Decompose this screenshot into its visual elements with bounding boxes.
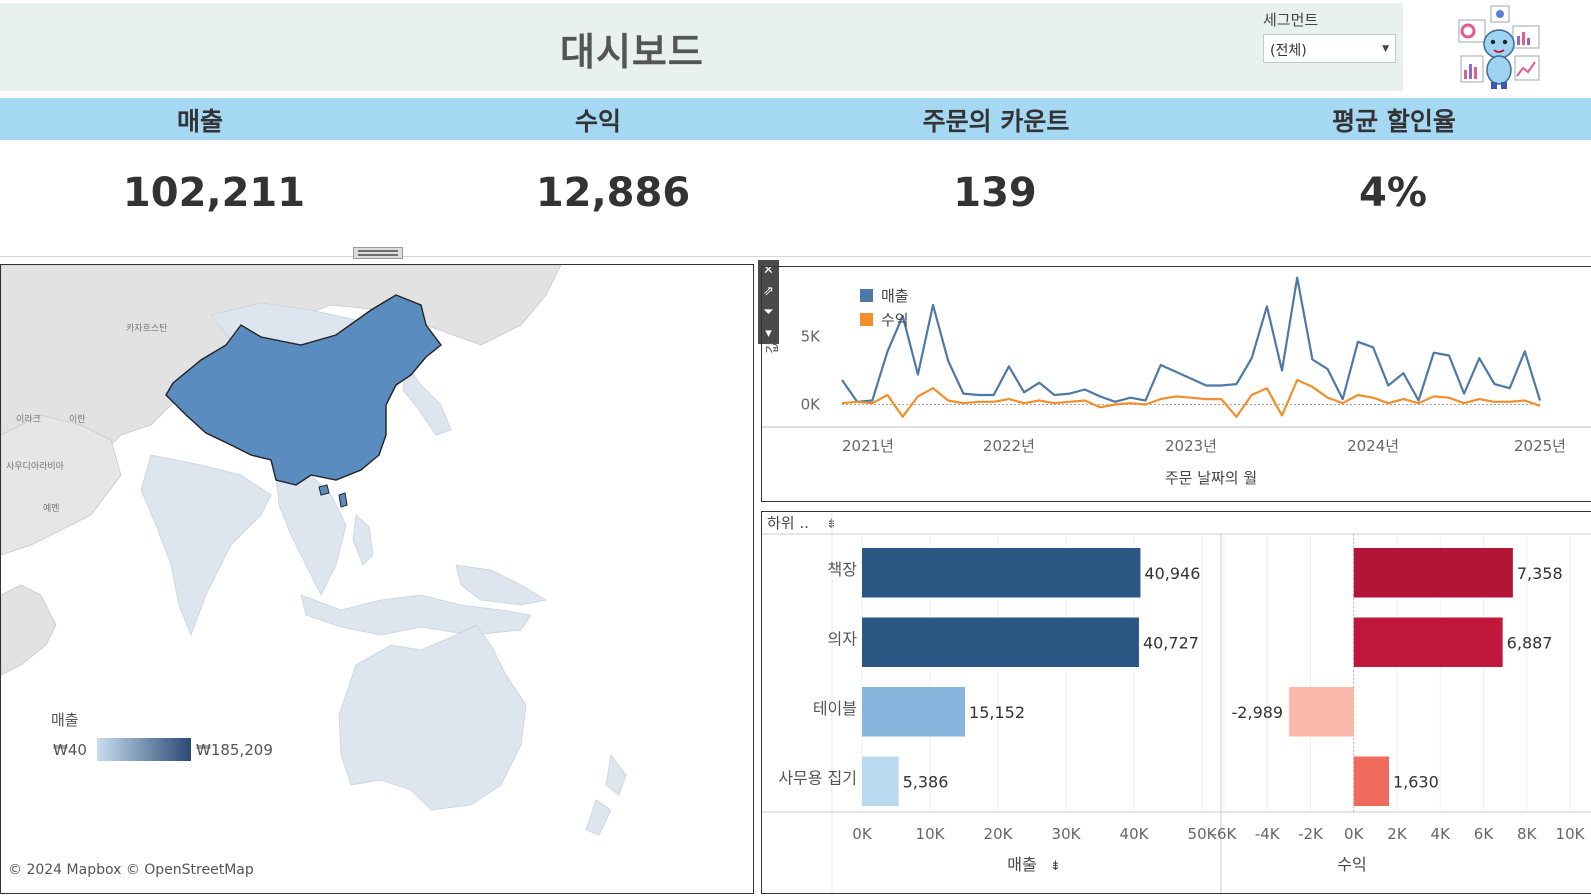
category-label: 사무용 집기 <box>778 768 857 787</box>
sales-profit-trend-chart[interactable]: 0K 5K 값 2021년 2022년 2023년 2024년 2025년주문 날짜의 월 매출… <box>761 266 1591 502</box>
sales-bar <box>862 548 1141 598</box>
kpi-header-bar: 매출 수익 주문의 카운트 평균 할인율 <box>0 98 1591 140</box>
kpi-sales-value: 102,211 <box>122 170 306 216</box>
kpi-order-count-value: 139 <box>953 170 1037 216</box>
dashboard: { "header": { "title": "대시보드", "segment_… <box>0 0 1591 896</box>
x-tick-label: 6K <box>1474 825 1495 843</box>
bar-value-label: 15,152 <box>969 703 1025 722</box>
segment-filter-label: 세그먼트 <box>1263 11 1319 29</box>
legend-swatch <box>860 313 873 326</box>
header-banner: 대시보드 세그먼트 (전체) ▼ <box>0 3 1403 91</box>
subcategory-bar-chart[interactable]: 하위 .. ⇟ 책장 의자 테이블 사무용 집기 0K 10K 20K 30K 40K 50K 40,9… <box>761 511 1591 894</box>
map-label-iraq: 이라크 <box>16 414 41 425</box>
kpi-avg-discount-value: 4% <box>1359 170 1427 216</box>
page-title: 대시보드 <box>560 30 704 74</box>
sales-bar <box>862 687 966 737</box>
x-tick-label: 2024년 <box>1347 437 1399 455</box>
series-line-sales <box>841 276 1542 403</box>
bar-chart-svg: 하위 .. ⇟책장의자테이블사무용 집기0K 10K 20K 30K 40K 50K40,9… <box>762 512 1591 893</box>
legend-label: 매출 <box>881 287 909 305</box>
y-axis-label: 값 <box>765 340 781 353</box>
land-taiwan <box>338 492 348 508</box>
sales-bar <box>862 756 899 806</box>
legend-swatch <box>860 289 873 302</box>
legend-label: 수익 <box>881 311 909 329</box>
profit-bar <box>1289 687 1354 737</box>
kpi-profit-label: 수익 <box>574 107 621 136</box>
x-tick-label: 30K <box>1052 825 1082 843</box>
profit-bar <box>1353 756 1389 806</box>
bar-value-label: 40,946 <box>1144 564 1200 583</box>
x-tick-label: 40K <box>1120 825 1150 843</box>
map-attribution: © 2024 Mapbox © OpenStreetMap <box>8 862 254 878</box>
bar-value-label: -2,989 <box>1232 703 1284 722</box>
resize-handle[interactable] <box>353 247 403 259</box>
map-legend-gradient <box>97 738 191 761</box>
x-tick-label: -4K <box>1255 825 1281 843</box>
x-tick-label: 2K <box>1387 825 1408 843</box>
x-tick-label: 8K <box>1517 825 1538 843</box>
x-tick-label: 0K <box>1344 825 1365 843</box>
map-label-kazakhstan: 카자흐스탄 <box>126 323 167 334</box>
y-tick-label: 0K <box>801 396 822 414</box>
segment-filter-dropdown[interactable]: (전체) ▼ <box>1263 34 1396 63</box>
x-tick-label: -6K <box>1212 825 1238 843</box>
land-hainan <box>318 484 330 496</box>
x-axis-label: 주문 날짜의 월 <box>1165 469 1257 487</box>
bar-value-label: 40,727 <box>1143 633 1199 652</box>
kpi-avg-discount-label: 평균 할인율 <box>1332 107 1456 136</box>
bar-value-label: 1,630 <box>1393 772 1439 791</box>
x-tick-label: 10K <box>1556 825 1586 843</box>
sort-icon: ⇟ <box>1050 859 1061 874</box>
x-tick-label: 10K <box>916 825 946 843</box>
mascot-logo-icon <box>1458 5 1540 89</box>
map-label-saudi: 사우디아라비아 <box>6 461 65 472</box>
map-label-yemen: 예멘 <box>43 503 60 514</box>
map-legend-min: ₩40 <box>53 741 87 759</box>
bar-value-label: 6,887 <box>1507 633 1553 652</box>
category-label: 의자 <box>828 629 858 648</box>
series-line-profit <box>841 378 1541 418</box>
x-tick-label: 20K <box>984 825 1014 843</box>
category-label: 책장 <box>828 560 858 579</box>
profit-bar <box>1353 548 1513 598</box>
x-axis-label: 수익 <box>1337 855 1366 874</box>
x-tick-label: 2022년 <box>983 437 1035 455</box>
kpi-sales-label: 매출 <box>176 107 223 136</box>
x-tick-label: 2023년 <box>1165 437 1217 455</box>
map-legend-max: ₩185,209 <box>196 741 273 759</box>
map-canvas: 카자흐스탄 이라크 이란 사우디아라비아 예멘 매출 ₩40 ₩185,209 … <box>1 265 753 893</box>
section-divider <box>0 256 1591 257</box>
bar-value-label: 5,386 <box>903 772 949 791</box>
sort-icon: ⇟ <box>826 517 837 532</box>
map-label-iran: 이란 <box>69 413 86 425</box>
sales-map[interactable]: 카자흐스탄 이라크 이란 사우디아라비아 예멘 매출 ₩40 ₩185,209 … <box>0 264 754 894</box>
segment-filter-value: (전체) <box>1270 43 1307 59</box>
x-tick-label: 4K <box>1431 825 1452 843</box>
profit-bar <box>1353 617 1503 667</box>
y-tick-label: 5K <box>801 327 822 345</box>
category-label: 테이블 <box>813 699 857 718</box>
chevron-down-icon: ▼ <box>1382 44 1389 54</box>
kpi-profit-value: 12,886 <box>535 170 691 216</box>
x-tick-label: 2025년 <box>1514 437 1566 455</box>
subcategory-header-label: 하위 .. <box>767 514 809 532</box>
bar-value-label: 7,358 <box>1517 564 1563 583</box>
kpi-order-count-label: 주문의 카운트 <box>922 107 1070 136</box>
sales-bar <box>862 617 1139 667</box>
map-legend-title: 매출 <box>51 711 79 729</box>
x-tick-label: 0K <box>852 825 873 843</box>
x-tick-label: -2K <box>1298 825 1324 843</box>
line-chart-svg: 0K 5K 값 2021년 2022년 2023년 2024년 2025년주문 날짜의 월 매출… <box>762 276 1591 487</box>
x-tick-label: 2021년 <box>842 437 894 455</box>
x-axis-label: 매출 <box>1007 855 1036 874</box>
